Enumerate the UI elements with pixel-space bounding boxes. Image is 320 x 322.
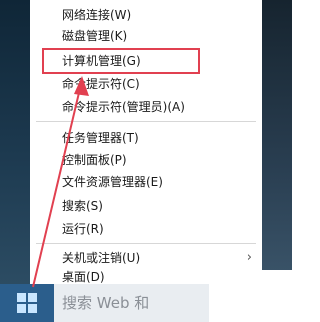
menu-item-command-prompt-admin[interactable]: 命令提示符(管理员)(A) bbox=[30, 97, 262, 117]
menu-separator bbox=[36, 243, 256, 244]
windows-start-icon bbox=[17, 293, 26, 302]
windows-start-icon bbox=[28, 304, 37, 313]
menu-item-command-prompt[interactable]: 命令提示符(C) bbox=[30, 74, 262, 94]
windows-start-icon bbox=[17, 304, 26, 313]
menu-item-control-panel[interactable]: 控制面板(P) bbox=[30, 150, 262, 170]
menu-item-search[interactable]: 搜索(S) bbox=[30, 196, 262, 216]
menu-item-run[interactable]: 运行(R) bbox=[30, 219, 262, 239]
menu-item-network-connections[interactable]: 网络连接(W) bbox=[30, 5, 262, 25]
menu-item-disk-management[interactable]: 磁盘管理(K) bbox=[30, 26, 262, 46]
windows-start-icon bbox=[28, 293, 37, 302]
blank-area bbox=[209, 270, 292, 322]
highlight-box bbox=[42, 48, 200, 74]
menu-item-shutdown-signout[interactable]: 关机或注销(U) › bbox=[30, 248, 262, 268]
start-button[interactable] bbox=[0, 284, 54, 322]
desktop-background-left bbox=[0, 0, 30, 285]
menu-item-file-explorer[interactable]: 文件资源管理器(E) bbox=[30, 172, 262, 192]
menu-separator bbox=[36, 121, 256, 122]
desktop-background-right bbox=[262, 0, 292, 285]
winx-context-menu: 网络连接(W) 磁盘管理(K) 计算机管理(G) 命令提示符(C) 命令提示符(… bbox=[30, 0, 262, 284]
menu-item-label: 关机或注销(U) bbox=[62, 251, 141, 265]
taskbar-search-box[interactable]: 搜索 Web 和 bbox=[54, 284, 209, 322]
menu-item-task-manager[interactable]: 任务管理器(T) bbox=[30, 128, 262, 148]
chevron-right-icon: › bbox=[246, 250, 252, 265]
